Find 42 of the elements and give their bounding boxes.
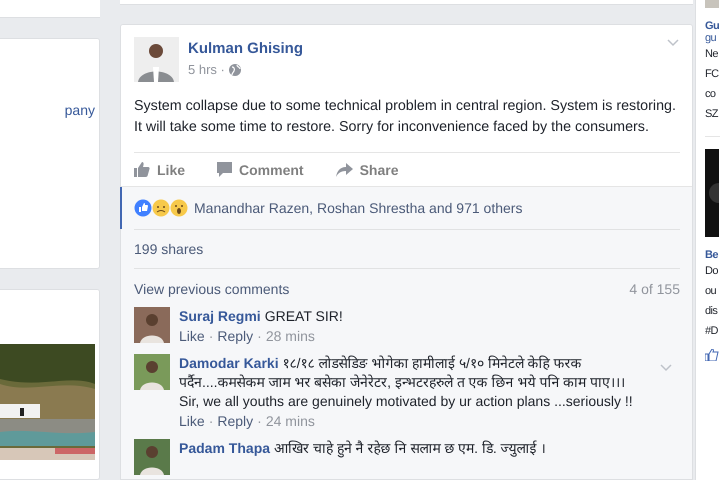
separator-text: ·: [208, 327, 214, 346]
reply-link[interactable]: Reply: [217, 326, 254, 346]
share-button[interactable]: Share: [336, 162, 398, 178]
comment-count: 4 of 155: [629, 281, 680, 297]
author-name[interactable]: Kulman Ghising: [188, 40, 304, 57]
reactions-summary[interactable]: Manandhar Razen, Roshan Shrestha and 971 others: [194, 200, 522, 216]
like-link[interactable]: Like: [179, 326, 205, 346]
comment-text: Sir, we all youths are genuinely motivated by ur action plans ...seriously !!: [179, 392, 634, 411]
thumbs-up-icon[interactable]: [705, 349, 719, 361]
ad-text: Do: [705, 264, 719, 279]
ad-link[interactable]: gu: [705, 32, 720, 44]
separator-text: ·: [257, 327, 262, 346]
ad-title[interactable]: Be: [705, 249, 720, 261]
share-arrow-icon: [336, 162, 353, 176]
thumbs-up-icon: [134, 162, 150, 177]
page-category-text: pany: [64, 102, 95, 118]
like-link[interactable]: Like: [179, 411, 205, 431]
like-button[interactable]: Like: [134, 162, 186, 178]
post-text: System collapse due to some technical problem in central region. System is restoring. It will take some time to restore. Sorry for inconvenience faced by the consumers.: [134, 97, 677, 137]
comment-text: Damodar Karki १८/१८ लोडसेडिङ भोगेका हामीलाई ५/१० मिनेटले केहि फरक पर्दैन....कमसेकम जाम भर बसेका जेनेरेटर, इन्भटरहरुले त एक छिन भये पनि काम पाए।।।: [179, 354, 626, 392]
comment-text: Suraj Regmi GREAT SIR!: [179, 307, 343, 326]
shares-count[interactable]: 199 shares: [134, 230, 679, 268]
reply-link[interactable]: Reply: [217, 411, 254, 431]
ad-text: co: [705, 87, 716, 102]
commenter-name[interactable]: Damodar Karki: [179, 355, 279, 371]
reaction-icons[interactable]: [134, 198, 190, 218]
ad-text: FC: [705, 67, 720, 82]
ad-text: Ne: [705, 47, 719, 62]
speech-bubble-icon: [217, 162, 232, 177]
ad-title[interactable]: Gu: [705, 20, 720, 32]
globe-icon: [228, 64, 241, 76]
commenter-name[interactable]: Padam Thapa: [179, 440, 270, 456]
ad-text: ou: [705, 284, 718, 299]
commenter-name[interactable]: Suraj Regmi: [179, 308, 261, 324]
view-previous-comments-link[interactable]: View previous comments: [134, 281, 290, 297]
comment-button[interactable]: Comment: [217, 162, 304, 178]
separator-text: ·: [208, 412, 214, 431]
ad-text: #D: [705, 324, 719, 339]
separator-text: ·: [257, 412, 262, 431]
comment-text: Padam Thapa आखिर चाहे हुने नै रहेछ नि सलाम छ एम. डि. ज्युलाई ।: [179, 439, 546, 458]
ad-text: SZ: [705, 107, 720, 122]
ad-text: dis: [705, 304, 718, 319]
